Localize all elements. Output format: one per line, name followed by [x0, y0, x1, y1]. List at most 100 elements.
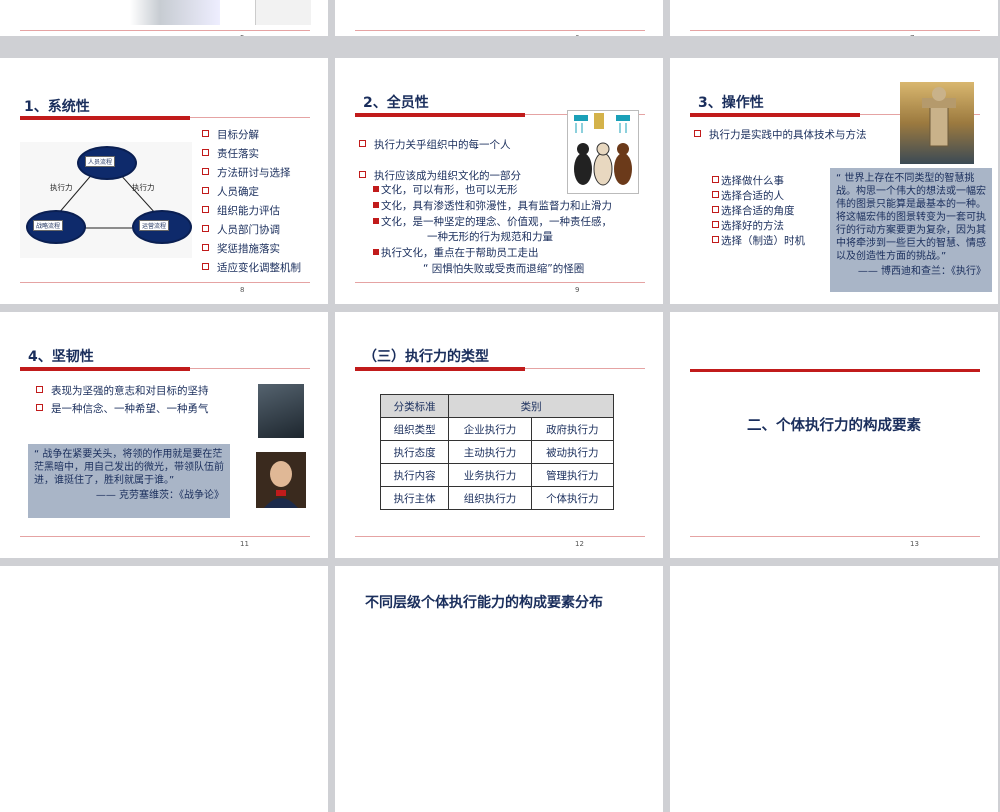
slide-title: 4、坚韧性 — [28, 349, 94, 365]
portrait-image — [256, 452, 306, 508]
sub-bullet-3: 文化，是一种坚定的理念、价值观，一种责任感， — [373, 215, 612, 229]
table-cell: 组织执行力 — [448, 486, 532, 510]
slide-8[interactable]: 1、系统性 人员流程 战略流程 运营流程 执行力 执行力 目标分解 责任落实 方… — [0, 58, 328, 304]
footer-rule — [20, 536, 310, 537]
photo-sculpture — [900, 82, 974, 164]
edge-label-left: 执行力 — [50, 183, 73, 192]
footer-rule — [355, 30, 645, 31]
quote-box: “ 战争在紧要关头，将领的作用就是要在茫茫黑暗中，用自己发出的微光，带领队伍前进… — [28, 444, 230, 518]
choice-list: 选择做什么事 选择合适的人 选择合适的角度 选择好的方法 选择（制造）时机 — [712, 174, 805, 249]
title-rule-thin — [525, 368, 645, 369]
sub-bullet-4: 执行文化，重点在于帮助员工走出 — [373, 246, 539, 260]
slide-10[interactable]: 3、操作性 执行力是实践中的具体技术与方法 选择做什么事 选择合适的人 选择合适… — [670, 58, 998, 304]
list-item: 选择好的方法 — [712, 219, 805, 234]
title-rule — [355, 367, 525, 371]
bullet-2: 执行应该成为组织文化的一部分 — [359, 169, 521, 183]
table-row: 组织类型 企业执行力 政府执行力 — [379, 417, 615, 441]
quote-box: “ 世界上存在不同类型的智慧挑战。构思一个伟大的想法或一幅宏伟的图景只能算是最基… — [830, 168, 992, 292]
footer-rule — [20, 282, 310, 283]
edge-label-right: 执行力 — [132, 183, 155, 192]
list-item: 选择合适的人 — [712, 189, 805, 204]
slide-5[interactable]: 5 — [0, 0, 328, 36]
slide-12[interactable]: （三）执行力的类型 分类标准 类别 组织类型 企业执行力 政府执行力 执行态度 … — [335, 312, 663, 558]
footer-rule — [690, 30, 980, 31]
page-number: 13 — [910, 540, 919, 548]
node-label-right: 运营流程 — [139, 220, 170, 231]
table-cell: 执行内容 — [379, 463, 450, 487]
title-rule — [690, 113, 860, 117]
header-cell: 类别 — [448, 394, 614, 418]
list-item: 人员确定 — [202, 185, 259, 199]
slide-13[interactable]: 二、个体执行力的构成要素 13 — [670, 312, 998, 558]
slide-9[interactable]: 2、全员性 执行力关乎组织中的每一个人 执行应该成为组织文化的一部分 文化，可以… — [335, 58, 663, 304]
list-item: 组织能力评估 — [202, 204, 280, 218]
footer-rule — [690, 536, 980, 537]
types-table: 分类标准 类别 组织类型 企业执行力 政府执行力 执行态度 主动执行力 被动执行… — [379, 394, 615, 510]
bullet-2: 是一种信念、一种希望、一种勇气 — [36, 402, 209, 416]
title-rule — [20, 367, 190, 371]
quote-text: “ 世界上存在不同类型的智慧挑战。构思一个伟大的想法或一幅宏伟的图景只能算是最基… — [836, 173, 986, 262]
bullet-1: 执行力关乎组织中的每一个人 — [359, 138, 511, 152]
table-header-row: 分类标准 类别 — [379, 394, 614, 418]
slide-16[interactable] — [670, 566, 998, 812]
node-label-left: 战略流程 — [33, 220, 64, 231]
page-number: 6 — [575, 34, 579, 36]
page-number: 8 — [240, 286, 245, 294]
header-cell: 分类标准 — [379, 394, 450, 418]
process-diagram: 人员流程 战略流程 运营流程 执行力 执行力 — [20, 142, 192, 258]
page-number: 5 — [240, 34, 244, 36]
slide-title: 2、全员性 — [363, 95, 429, 111]
node-label-top: 人员流程 — [85, 156, 116, 167]
slide-title: 3、操作性 — [698, 95, 764, 111]
list-item: 奖惩措施落实 — [202, 242, 280, 256]
title-rule — [690, 369, 980, 372]
bullet-1: 执行力是实践中的具体技术与方法 — [694, 128, 867, 142]
title-rule-thin — [190, 368, 310, 369]
page-number: 7 — [910, 34, 914, 36]
table-row: 执行主体 组织执行力 个体执行力 — [379, 486, 615, 510]
bullet-1: 表现为坚强的意志和对目标的坚持 — [36, 384, 209, 398]
table-cell: 主动执行力 — [448, 440, 532, 464]
table-cell: 政府执行力 — [530, 417, 615, 441]
table-cell: 组织类型 — [379, 417, 450, 441]
footer-rule — [355, 282, 645, 283]
list-item: 适应变化调整机制 — [202, 261, 301, 275]
slide-6[interactable]: 6 — [335, 0, 663, 36]
quote-source: —— 博西迪和查兰：《执行》 — [857, 266, 986, 277]
title-rule — [355, 113, 525, 117]
title-rule-thin — [190, 117, 310, 118]
table-cell: 管理执行力 — [530, 463, 615, 487]
sub-bullet-2: 文化，具有渗透性和弥漫性，具有监督力和止滑力 — [373, 199, 612, 213]
list-item: 目标分解 — [202, 128, 259, 142]
page-number: 11 — [240, 540, 249, 548]
table-cell: 执行态度 — [379, 440, 450, 464]
section-title: 二、个体执行力的构成要素 — [747, 418, 921, 434]
table-cell: 业务执行力 — [448, 463, 532, 487]
footer-rule — [20, 30, 310, 31]
slide-11[interactable]: 4、坚韧性 表现为坚强的意志和对目标的坚持 是一种信念、一种希望、一种勇气 “ … — [0, 312, 328, 558]
illustration-monkeys — [567, 110, 639, 194]
slide-title: 1、系统性 — [24, 99, 90, 115]
slide-15[interactable]: 不同层级个体执行能力的构成要素分布 — [335, 566, 663, 812]
sub-bullet-4-cont: “ 因惧怕失败或受责而退缩”的怪圈 — [423, 263, 585, 275]
list-item: 选择合适的角度 — [712, 204, 805, 219]
table-cell: 个体执行力 — [530, 486, 615, 510]
table-row: 执行内容 业务执行力 管理执行力 — [379, 463, 615, 487]
sub-bullet-1: 文化，可以有形，也可以无形 — [373, 183, 518, 197]
quote-text: “ 战争在紧要关头，将领的作用就是要在茫茫黑暗中，用自己发出的微光，带领队伍前进… — [34, 449, 224, 486]
slide-title: （三）执行力的类型 — [363, 349, 489, 365]
photo-architecture — [20, 0, 220, 25]
quote-source: —— 克劳塞维茨：《战争论》 — [95, 490, 224, 501]
table-cell: 企业执行力 — [448, 417, 532, 441]
list-item: 方法研讨与选择 — [202, 166, 291, 180]
slide-14[interactable] — [0, 566, 328, 812]
list-item: 选择（制造）时机 — [712, 234, 805, 249]
table-cell: 执行主体 — [379, 486, 450, 510]
list-item: 选择做什么事 — [712, 174, 805, 189]
page-number: 9 — [575, 286, 580, 294]
sub-bullet-3-cont: 一种无形的行为规范和力量 — [427, 231, 553, 243]
book-cover-image — [258, 384, 304, 438]
slide-7[interactable]: 7 — [670, 0, 998, 36]
table-row: 执行态度 主动执行力 被动执行力 — [379, 440, 615, 464]
photo-sketch — [255, 0, 311, 25]
